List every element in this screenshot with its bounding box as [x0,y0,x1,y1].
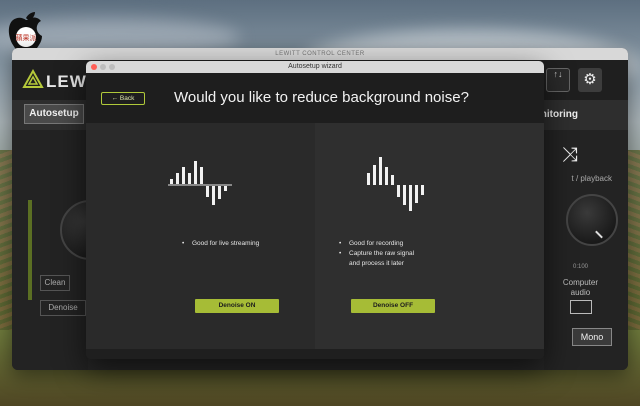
option-denoise-off: Good for recording Capture the raw signa… [315,123,544,349]
computer-audio-label: Computer audio [562,278,598,297]
option-denoise-on: Good for live streaming Denoise ON [86,123,315,349]
mix-knob[interactable] [566,194,618,246]
wizard-title: Autosetup wizard [288,63,342,70]
denoised-waveform-icon [168,161,232,205]
chevron-updown-icon: ↑↓ [553,69,563,79]
preset-stepper-button[interactable]: ↑↓ [546,68,570,92]
maximize-window-button[interactable] [109,64,115,70]
tab-monitoring[interactable]: nitoring [541,109,578,120]
svg-text:蘋果派: 蘋果派 [16,33,37,42]
denoise-button[interactable]: Denoise [40,300,86,316]
main-window-titlebar: LEWITT CONTROL CENTER [12,48,628,60]
minimize-window-button[interactable] [100,64,106,70]
knob-indicator [595,230,603,239]
playback-label: t / playback [571,174,612,183]
raw-waveform-icon [367,157,424,211]
input-panel: Clean Denoise [12,130,120,370]
list-item: and process it later [349,260,404,267]
list-item: Good for recording [339,239,414,249]
denoise-off-benefits: Good for recording Capture the raw signa… [339,239,414,269]
denoise-on-button[interactable]: Denoise ON [195,299,279,313]
list-item: Capture the raw signal [339,249,414,259]
mono-button[interactable]: Mono [572,328,612,346]
tab-autosetup[interactable]: Autosetup [24,104,84,124]
wizard-footer [86,349,544,359]
close-window-button[interactable] [91,64,97,70]
settings-button[interactable]: ⚙ [578,68,602,92]
wizard-header: ← Back Would you like to reduce backgrou… [86,73,544,123]
shuffle-icon[interactable]: ⤨ [562,144,578,167]
list-item: Good for live streaming [182,239,259,249]
wizard-titlebar: Autosetup wizard [86,61,544,73]
waveform-icon [570,300,592,314]
clean-button[interactable]: Clean [40,275,70,291]
input-level-meter [28,200,32,300]
back-button[interactable]: ← Back [101,92,145,105]
denoise-off-button[interactable]: Denoise OFF [351,299,435,313]
gear-icon: ⚙ [583,71,597,88]
autosetup-wizard-dialog: Autosetup wizard ← Back Would you like t… [86,61,544,359]
lewitt-logo-icon [22,69,44,88]
wizard-question: Would you like to reduce background nois… [174,89,469,106]
knob-scale-label: 0:100 [572,264,588,270]
denoise-on-benefits: Good for live streaming [182,239,259,249]
